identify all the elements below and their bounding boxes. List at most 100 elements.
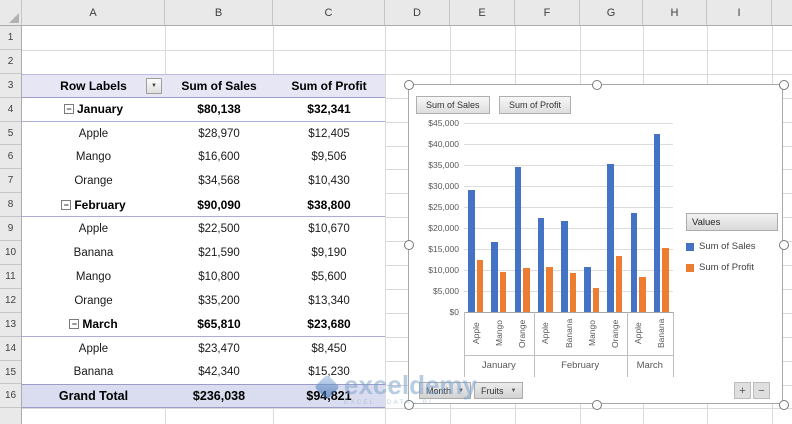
pivot-cell-profit[interactable]: $8,450	[273, 337, 385, 361]
row-header-6[interactable]: 6	[0, 146, 21, 170]
row-labels-filter-button[interactable]: ▼	[146, 78, 162, 94]
field-button-sum-of-sales[interactable]: Sum of Sales	[416, 96, 490, 114]
selection-handle[interactable]	[779, 240, 789, 250]
bar-sum-of-sales[interactable]	[607, 164, 614, 312]
column-header-e[interactable]: E	[450, 0, 515, 25]
pivot-cell-sales[interactable]: $34,568	[165, 169, 273, 193]
row-header-12[interactable]: 12	[0, 289, 21, 313]
row-header-16[interactable]: 16	[0, 385, 21, 409]
bar-sum-of-profit[interactable]	[477, 260, 484, 312]
pivot-cell-label[interactable]: −March	[22, 313, 165, 336]
pivot-cell-label[interactable]: Mango	[22, 145, 165, 169]
legend[interactable]: Values Sum of Sales Sum of Profit	[686, 213, 778, 273]
row-header-14[interactable]: 14	[0, 337, 21, 361]
selection-handle[interactable]	[779, 80, 789, 90]
column-header-b[interactable]: B	[165, 0, 273, 25]
bar-sum-of-profit[interactable]	[546, 267, 553, 312]
selection-handle[interactable]	[404, 80, 414, 90]
row-header-10[interactable]: 10	[0, 241, 21, 265]
pivot-cell-profit[interactable]: $9,506	[273, 145, 385, 169]
column-header-f[interactable]: F	[515, 0, 580, 25]
bar-sum-of-sales[interactable]	[538, 218, 545, 313]
pivot-header-cell[interactable]: Sum of Sales	[165, 75, 273, 97]
bar-sum-of-profit[interactable]	[500, 272, 507, 312]
pivot-cell-sales[interactable]: $28,970	[165, 122, 273, 146]
bar-sum-of-profit[interactable]	[593, 288, 600, 312]
pivot-cell-profit[interactable]: $38,800	[273, 193, 385, 216]
row-header-1[interactable]: 1	[0, 26, 21, 50]
pivot-cell-label[interactable]: Orange	[22, 169, 165, 193]
bar-sum-of-sales[interactable]	[468, 190, 475, 312]
selection-handle[interactable]	[592, 80, 602, 90]
expand-entire-field-button[interactable]: +	[734, 382, 751, 399]
bar-sum-of-profit[interactable]	[662, 248, 669, 312]
pivot-cell-sales[interactable]: $65,810	[165, 313, 273, 336]
pivot-cell-label[interactable]: −January	[22, 98, 165, 121]
axis-field-button-fruits[interactable]: Fruits ▼	[474, 382, 523, 399]
pivot-cell-sales[interactable]: $22,500	[165, 217, 273, 241]
pivot-cell-profit[interactable]: $12,405	[273, 122, 385, 146]
pivot-cell-profit[interactable]: $13,340	[273, 289, 385, 313]
row-header-3[interactable]: 3	[0, 74, 21, 98]
row-header-8[interactable]: 8	[0, 193, 21, 217]
pivot-cell-profit[interactable]: $5,600	[273, 265, 385, 289]
pivot-cell-label[interactable]: Orange	[22, 289, 165, 313]
bar-sum-of-sales[interactable]	[584, 267, 591, 312]
collapse-entire-field-button[interactable]: −	[753, 382, 770, 399]
pivot-cell-sales[interactable]: $23,470	[165, 337, 273, 361]
select-all-corner[interactable]	[0, 0, 22, 25]
pivot-cell-sales[interactable]: $21,590	[165, 241, 273, 265]
pivot-cell-profit[interactable]: $32,341	[273, 98, 385, 121]
axis-field-button-month[interactable]: Month ▼	[419, 382, 471, 399]
pivot-cell-sales[interactable]: $42,340	[165, 360, 273, 384]
pivot-cell-sales[interactable]: $10,800	[165, 265, 273, 289]
bar-sum-of-sales[interactable]	[561, 221, 568, 312]
row-header-4[interactable]: 4	[0, 98, 21, 122]
collapse-minus-icon[interactable]: −	[69, 319, 79, 329]
pivot-cell-profit[interactable]: $15,230	[273, 360, 385, 384]
row-header-11[interactable]: 11	[0, 265, 21, 289]
pivot-cell-label[interactable]: Apple	[22, 122, 165, 146]
row-header-15[interactable]: 15	[0, 361, 21, 385]
collapse-minus-icon[interactable]: −	[61, 200, 71, 210]
selection-handle[interactable]	[404, 400, 414, 410]
selection-handle[interactable]	[592, 400, 602, 410]
pivot-cell-profit[interactable]: $10,670	[273, 217, 385, 241]
selection-handle[interactable]	[404, 240, 414, 250]
legend-values-button[interactable]: Values	[686, 213, 778, 231]
column-header-h[interactable]: H	[643, 0, 707, 25]
pivot-cell-sales[interactable]: $90,090	[165, 193, 273, 216]
legend-entry[interactable]: Sum of Profit	[686, 262, 778, 273]
bar-sum-of-sales[interactable]	[631, 213, 638, 312]
pivot-header-cell[interactable]: Row Labels▼	[22, 75, 165, 97]
pivot-cell-sales[interactable]: $16,600	[165, 145, 273, 169]
bar-sum-of-sales[interactable]	[515, 167, 522, 312]
pivot-cell-label[interactable]: Apple	[22, 217, 165, 241]
row-header-9[interactable]: 9	[0, 217, 21, 241]
column-header-g[interactable]: G	[580, 0, 643, 25]
pivot-cell-sales[interactable]: $35,200	[165, 289, 273, 313]
row-header-13[interactable]: 13	[0, 313, 21, 337]
column-header-d[interactable]: D	[385, 0, 450, 25]
row-header-7[interactable]: 7	[0, 169, 21, 193]
pivot-cell-profit[interactable]: $94,821	[273, 385, 385, 407]
bar-sum-of-sales[interactable]	[491, 242, 498, 312]
pivot-cell-label[interactable]: Apple	[22, 337, 165, 361]
bar-sum-of-profit[interactable]	[570, 273, 577, 312]
column-header-c[interactable]: C	[273, 0, 385, 25]
row-header-5[interactable]: 5	[0, 122, 21, 146]
row-header-2[interactable]: 2	[0, 50, 21, 74]
column-header-i[interactable]: I	[707, 0, 772, 25]
pivot-cell-label[interactable]: Banana	[22, 360, 165, 384]
bar-sum-of-profit[interactable]	[616, 256, 623, 312]
collapse-minus-icon[interactable]: −	[64, 104, 74, 114]
pivot-cell-profit[interactable]: $10,430	[273, 169, 385, 193]
pivot-cell-profit[interactable]: $9,190	[273, 241, 385, 265]
field-button-sum-of-profit[interactable]: Sum of Profit	[499, 96, 571, 114]
pivot-cell-profit[interactable]: $23,680	[273, 313, 385, 336]
bar-sum-of-sales[interactable]	[654, 134, 661, 312]
pivot-cell-label[interactable]: Mango	[22, 265, 165, 289]
legend-entry[interactable]: Sum of Sales	[686, 241, 778, 252]
bar-sum-of-profit[interactable]	[639, 277, 646, 312]
pivot-cell-label[interactable]: Grand Total	[22, 385, 165, 407]
